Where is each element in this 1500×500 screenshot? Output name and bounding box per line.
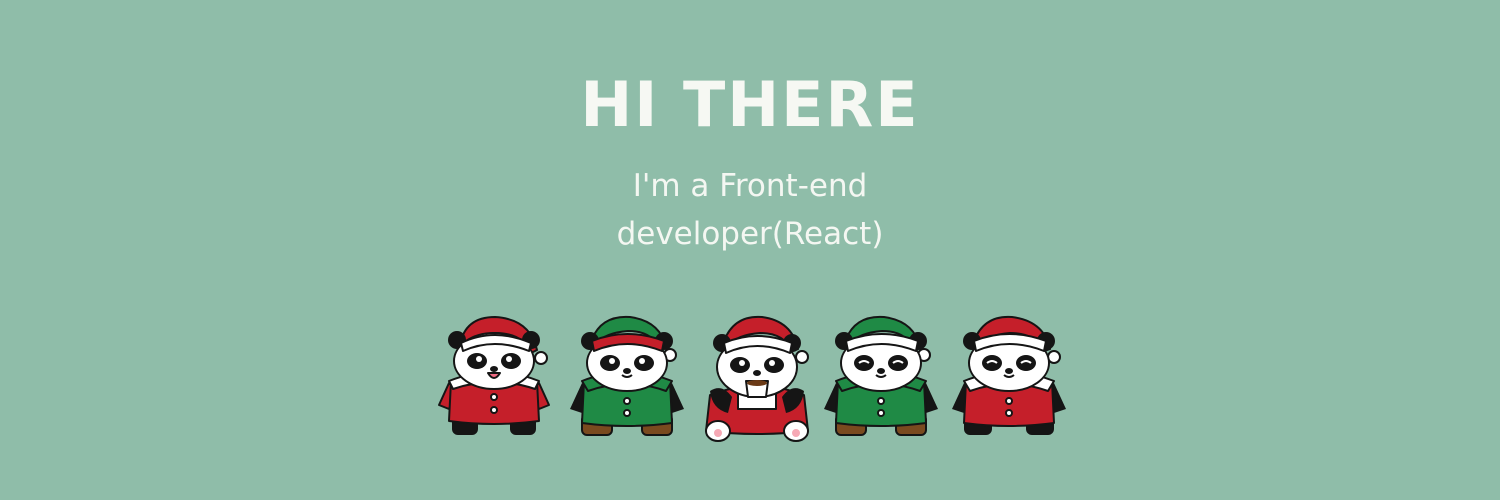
profile-banner: HI THERE I'm a Front-end developer(React… <box>0 0 1500 500</box>
subtitle-line-2: developer(React) <box>616 216 884 252</box>
banner-title: HI THERE <box>580 68 920 141</box>
panda-santa-sleeping-icon <box>952 315 1066 435</box>
panda-elf-icon <box>570 315 684 436</box>
christmas-pandas-illustration: .ol { stroke: #151515; stroke-width: 2; … <box>438 315 1066 442</box>
subtitle-line-1: I'm a Front-end <box>632 168 868 204</box>
panda-santa-coffee-icon <box>705 315 809 442</box>
panda-santa-smiling-icon <box>438 316 550 435</box>
panda-elf-sleeping-icon <box>824 315 938 436</box>
banner-subtitle: I'm a Front-end developer(React) <box>0 162 1500 258</box>
